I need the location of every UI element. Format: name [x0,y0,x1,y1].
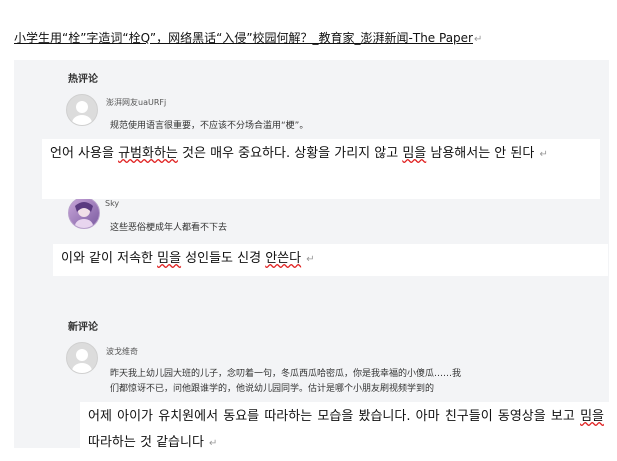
article-title-link[interactable]: 小学生用“栓”字造词“栓Q”，网络黑话“入侵”校园何解？_教育家_澎湃新闻-Th… [14,29,609,49]
paragraph-mark: ↵ [474,34,483,45]
translation-text: 남용해서는 안 된다 [426,146,539,161]
translation-text: 언어 사용을 [50,146,119,161]
comment-text-line1: 昨天我上幼儿园大班的儿子，念叨着一句，冬瓜西瓜哈密瓜，你是我幸福的小傻瓜……我 [110,369,462,379]
translation-2: 이와 같이 저속한 밈을 성인들도 신경 안쓴다 ↵ [53,244,608,276]
translation-text: 이와 같이 저속한 [61,251,158,266]
article-title[interactable]: 小学生用“栓”字造词“栓Q”，网络黑话“入侵”校园何解？_教育家_澎湃新闻-Th… [14,31,473,45]
user-avatar-icon [68,197,100,229]
spellcheck-word: 규범화하는 [118,146,178,161]
spellcheck-word: 밈을 [157,251,182,266]
translation-3: 어제 아이가 유치원에서 동요를 따라하는 모습을 봤습니다. 아마 친구들이 … [80,402,610,460]
new-comments-title: 新评论 [68,322,98,333]
comment-text: 规范使用语言很重要，不应该不分场合滥用“梗”。 [110,121,309,131]
translation-text [301,251,305,266]
comment-username[interactable]: 波戈维奇 [106,346,138,357]
spellcheck-word: 안쓴다 [265,251,302,266]
translation-1: 언어 사용을 규범화하는 것은 매우 중요하다. 상황을 가리지 않고 밈을 남… [42,139,600,199]
hot-comments-title: 热评论 [68,74,98,85]
translation-text: 따라하는 것 같습니다 [88,435,209,450]
comment-text-line2: 们都惊讶不已，问他跟谁学的，他说幼儿园同学。估计是哪个小朋友刷视频学到的 [110,384,435,394]
translation-text: 것은 매우 중요하다. 상황을 가리지 않고 [177,146,403,161]
translation-text: 어제 아이가 유치원에서 동요를 따라하는 모습을 봤습니다. 아마 친구들이 … [88,409,581,424]
paragraph-mark: ↵ [539,149,548,160]
spellcheck-word: 밈을 [580,409,604,424]
comment-username[interactable]: 澎湃网友uaURFj [106,97,166,108]
comment-text: 这些恶俗梗成年人都看不下去 [110,223,228,233]
translation-text: 성인들도 신경 [181,251,266,266]
spellcheck-word: 밈을 [402,146,427,161]
paragraph-mark: ↵ [209,438,218,449]
paragraph-mark: ↵ [306,254,315,265]
user-avatar-icon [66,342,98,374]
user-avatar-icon [66,94,98,126]
comment-username[interactable]: Sky [105,199,119,208]
